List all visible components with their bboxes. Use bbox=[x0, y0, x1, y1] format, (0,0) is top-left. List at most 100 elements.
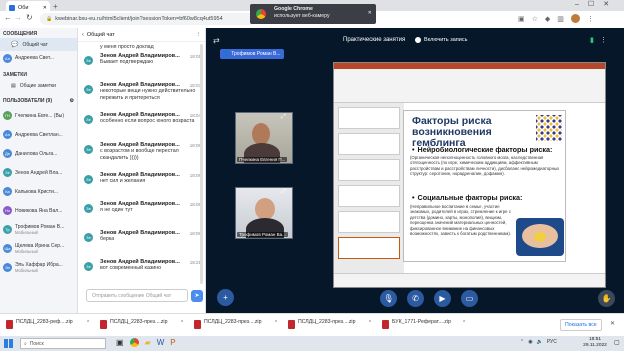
video-expand-icon[interactable]: ⤢ bbox=[281, 114, 286, 121]
avatar: Ан bbox=[3, 53, 12, 63]
download-chevron-icon[interactable]: ⌃ bbox=[368, 320, 372, 326]
presenter-toggle-icon[interactable]: ⇄ bbox=[213, 36, 220, 45]
extensions-icon[interactable]: ◆ bbox=[545, 15, 550, 23]
avatar: Зе bbox=[84, 204, 93, 213]
language-indicator[interactable]: РУС bbox=[547, 339, 557, 345]
notifications-icon[interactable]: ▢ bbox=[614, 339, 620, 346]
avatar: ГН bbox=[3, 111, 12, 120]
download-item[interactable]: ПСЛДЦ_2283-през....zip bbox=[100, 319, 167, 331]
presenter-name: Трофимов Роман В... bbox=[231, 51, 281, 57]
connection-status-icon[interactable]: ▮ bbox=[590, 36, 594, 44]
send-button[interactable]: ➤ bbox=[191, 290, 203, 302]
raise-hand-button[interactable]: ✋ bbox=[598, 290, 615, 307]
presenter-badge[interactable]: 👤 Трофимов Роман В... bbox=[220, 49, 284, 59]
slide-thumbnail[interactable] bbox=[338, 159, 400, 181]
toast-close-icon[interactable]: ✕ bbox=[368, 10, 372, 17]
user-name: Гчелкина Евге... (Вы) bbox=[15, 112, 65, 119]
chrome-taskbar-icon[interactable] bbox=[129, 338, 139, 347]
bullet-icon: • bbox=[412, 145, 415, 154]
task-view-icon[interactable]: ▣ bbox=[116, 338, 124, 347]
word-taskbar-icon[interactable]: W bbox=[157, 338, 165, 347]
new-tab-icon[interactable]: + bbox=[53, 2, 58, 11]
microphone-button[interactable]: 🎙 bbox=[380, 290, 397, 307]
record-icon bbox=[415, 37, 421, 43]
chat-message: Зе Зенов Андрей Владимиров... 18:01 Бывает … bbox=[78, 52, 205, 81]
shared-notes-item[interactable]: ▤ Общие заметки bbox=[0, 79, 77, 92]
screenshare-button[interactable]: ▭ bbox=[461, 290, 478, 307]
notes-icon: ▤ bbox=[11, 82, 16, 89]
tab-favicon-icon bbox=[9, 4, 15, 11]
chrome-logo-icon bbox=[256, 9, 266, 19]
network-icon[interactable]: ◉ bbox=[528, 339, 532, 345]
downloads-bar: ПСЛДЦ_2283-реф....zip ⌃ ПСЛДЦ_2283-през...… bbox=[0, 313, 624, 336]
window-close-icon[interactable]: ✕ bbox=[603, 0, 609, 8]
slide-thumbnail[interactable] bbox=[338, 185, 400, 207]
slide-paragraph-2: (Неправильное воспитание в семье, участи… bbox=[410, 204, 511, 237]
private-chat-item[interactable]: Ан Андреева Свет... bbox=[0, 51, 77, 65]
sidepanel-icon[interactable]: ▥ bbox=[557, 15, 564, 23]
slide-thumbnail[interactable] bbox=[338, 211, 400, 233]
user-list: ГН Гчелкина Евге... (Вы) Ан Андреева Светла… bbox=[0, 106, 77, 277]
chat-first-text: у меня просто доклад bbox=[100, 44, 154, 50]
video-name-label: Трофимов Роман Ва... bbox=[237, 232, 288, 237]
user-list-item[interactable]: Де Данилова Ольга... bbox=[0, 144, 77, 163]
download-item[interactable]: БУК_1771-Реферат....zip bbox=[382, 319, 451, 331]
menu-icon[interactable]: ⋮ bbox=[587, 15, 594, 23]
phone-button[interactable]: ✆ bbox=[407, 290, 424, 307]
download-chevron-icon[interactable]: ⌃ bbox=[462, 320, 466, 326]
chat-scrollbar[interactable] bbox=[200, 44, 203, 284]
settings-icon[interactable]: ⚙ bbox=[70, 98, 74, 104]
user-info: Андреева Светлан... bbox=[15, 132, 63, 138]
back-chevron-icon[interactable]: ‹ bbox=[82, 32, 84, 38]
windows-start-icon[interactable] bbox=[4, 339, 13, 348]
download-item[interactable]: ПСЛДЦ_2283-реф....zip bbox=[6, 319, 73, 331]
chat-input[interactable]: Отправить сообщение Общий чат bbox=[86, 289, 188, 302]
tab-close-icon[interactable]: ✕ bbox=[43, 5, 47, 11]
record-button[interactable]: Включить запись bbox=[412, 35, 470, 45]
user-list-item[interactable]: ГН Гчелкина Евге... (Вы) bbox=[0, 106, 77, 125]
woman-face bbox=[252, 123, 270, 145]
user-list-item[interactable]: Ка Капькова Кристи... bbox=[0, 182, 77, 201]
camera-button[interactable]: ▶ bbox=[434, 290, 451, 307]
forward-icon[interactable]: → bbox=[14, 13, 22, 22]
minimize-icon[interactable]: – bbox=[575, 1, 579, 8]
download-chevron-icon[interactable]: ⌃ bbox=[180, 320, 184, 326]
explorer-taskbar-icon[interactable]: ▰ bbox=[145, 338, 151, 347]
user-list-item[interactable]: Ан Андреева Светлан... bbox=[0, 125, 77, 144]
message-text: вот современный казино bbox=[100, 265, 162, 271]
maximize-icon[interactable]: ☐ bbox=[588, 0, 594, 8]
volume-icon[interactable]: 🔈 bbox=[537, 339, 543, 345]
profile-avatar[interactable] bbox=[570, 14, 580, 23]
reload-icon[interactable]: ↻ bbox=[26, 13, 33, 22]
user-list-item[interactable]: Тр Трофимов Роман В... Мобильный bbox=[0, 220, 77, 239]
taskbar-search[interactable]: ⌕ Поиск bbox=[20, 338, 106, 349]
ppt-statusbar bbox=[334, 273, 605, 287]
camera-indicator-icon[interactable]: ▣ bbox=[518, 15, 525, 23]
clock[interactable]: 18:51 29.11.2022 bbox=[580, 337, 610, 349]
download-chevron-icon[interactable]: ⌃ bbox=[86, 320, 90, 326]
downloads-close-icon[interactable]: ✕ bbox=[610, 320, 615, 327]
user-list-item[interactable]: Но Новикова Яна Вал... bbox=[0, 201, 77, 220]
user-list-item[interactable]: Зе Зенов Андрей Вла... bbox=[0, 163, 77, 182]
download-item[interactable]: ПСЛДЦ_2283-през....zip bbox=[288, 319, 355, 331]
user-name: Зенов Андрей Вла... bbox=[15, 169, 63, 176]
user-list-item[interactable]: Ща Щелева Ирина Сер... Мобильный bbox=[0, 239, 77, 258]
tray-chevron-icon[interactable]: ⌃ bbox=[520, 339, 524, 345]
video-expand-icon[interactable]: ⤢ bbox=[281, 189, 286, 196]
download-chevron-icon[interactable]: ⌃ bbox=[274, 320, 278, 326]
back-icon[interactable]: ← bbox=[4, 13, 12, 22]
download-item[interactable]: ПСЛДЦ_2283-през....zip bbox=[194, 319, 261, 331]
user-mobile-label: Мобильный bbox=[15, 230, 38, 235]
chat-menu-icon[interactable]: ⋮ bbox=[196, 32, 202, 38]
add-button[interactable]: + bbox=[217, 289, 234, 306]
star-icon[interactable]: ☆ bbox=[532, 15, 538, 23]
public-chat-item[interactable]: 💬 Общий чат bbox=[0, 38, 77, 51]
slide-thumbnail[interactable] bbox=[338, 133, 400, 155]
slide-thumbnail[interactable] bbox=[338, 107, 400, 129]
options-menu-icon[interactable]: ⋮ bbox=[600, 36, 607, 44]
powerpoint-taskbar-icon[interactable]: P bbox=[170, 338, 175, 347]
show-all-button[interactable]: Показать все bbox=[560, 319, 602, 331]
address-bar[interactable]: 🔒 kwebinar.bsu-eu.ru/html5client/join?se… bbox=[40, 13, 256, 25]
user-list-item[interactable]: Эл Эль Хаффар Ибра... Мобильный bbox=[0, 258, 77, 277]
slide-thumbnail[interactable] bbox=[338, 237, 400, 259]
